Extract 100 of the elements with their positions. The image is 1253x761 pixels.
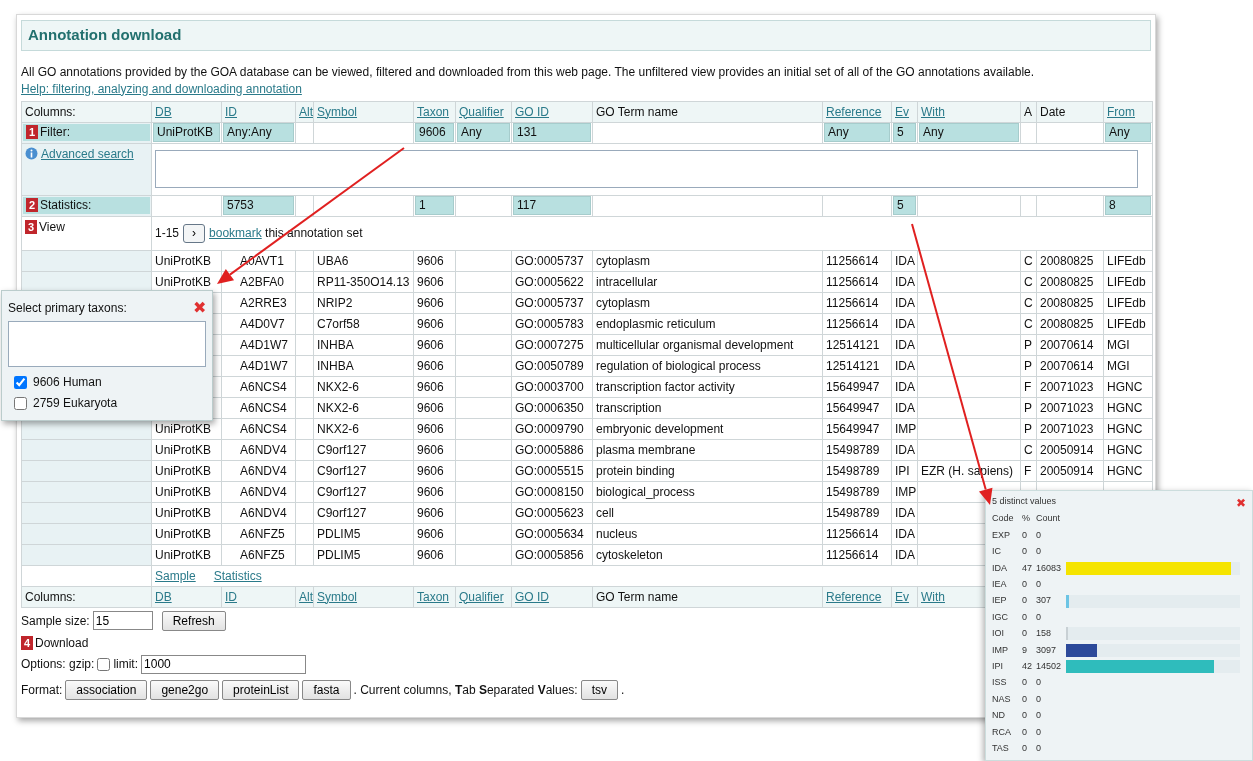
table-cell: 15498789 <box>826 442 880 457</box>
table-cell: 20080825 <box>1040 253 1094 268</box>
column-header-link[interactable]: With <box>921 104 945 119</box>
table-cell: UniProtKB <box>155 484 212 499</box>
table-cell: PDLIM5 <box>317 526 361 541</box>
table-cell: 9606 <box>417 379 444 394</box>
table-cell: 15649947 <box>826 421 880 436</box>
count-value: 14502 <box>1036 659 1063 673</box>
count-value: 0 <box>1036 676 1042 690</box>
table-cell: UniProtKB <box>155 442 212 457</box>
table-cell: C <box>1024 442 1033 457</box>
table-cell: 9606 <box>417 442 444 457</box>
refresh-button[interactable]: Refresh <box>161 610 226 631</box>
statistics-value[interactable]: 1 <box>415 196 454 215</box>
table-cell: 11256614 <box>826 526 879 541</box>
filter-value[interactable]: Any <box>1105 123 1151 142</box>
filter-value[interactable]: 9606 <box>415 123 454 142</box>
filter-value[interactable]: Any <box>457 123 510 142</box>
table-cell: A6NCS4 <box>240 400 287 415</box>
count-value: 158 <box>1036 627 1053 641</box>
table-cell: GO:0006350 <box>515 400 584 415</box>
table-cell: GO:0005737 <box>515 253 584 268</box>
filter-value[interactable]: 5 <box>893 123 916 142</box>
table-cell: 12514121 <box>826 358 880 373</box>
taxon-field[interactable] <box>8 321 206 367</box>
limit-field[interactable]: 1000 <box>141 654 307 674</box>
footer-link[interactable]: Sample <box>155 568 196 583</box>
column-header-link[interactable]: With <box>921 589 945 604</box>
evidence-code: IPI <box>992 659 1004 673</box>
table-cell: A6NFZ5 <box>240 526 285 541</box>
tsv-button[interactable]: tsv <box>580 679 619 700</box>
table-cell: 9606 <box>417 316 444 331</box>
format-button[interactable]: proteinList <box>222 679 300 700</box>
percent-value: 0 <box>1022 594 1028 608</box>
column-header-link[interactable]: DB <box>155 589 172 604</box>
format-button[interactable]: association <box>65 679 148 700</box>
table-cell: LIFEdb <box>1107 253 1146 268</box>
statistics-value[interactable]: 8 <box>1105 196 1151 215</box>
table-cell: GO:0005737 <box>515 295 584 310</box>
table-cell: IPI <box>895 463 910 478</box>
table-cell: 11256614 <box>826 547 879 562</box>
column-header: Date <box>1040 104 1066 119</box>
table-cell: 9606 <box>417 526 444 541</box>
table-cell: NKX2-6 <box>317 421 360 436</box>
filter-value[interactable]: Any <box>824 123 890 142</box>
sample-size-field[interactable]: 15 <box>92 611 153 630</box>
help-link[interactable]: Help: filtering, analyzing and downloading annotation <box>21 81 302 96</box>
table-cell: 11256614 <box>826 295 879 310</box>
statistics-value[interactable]: 5753 <box>223 196 294 215</box>
filter-value[interactable]: Any <box>919 123 1019 142</box>
format-button[interactable]: gene2go <box>150 679 220 700</box>
column-header-link[interactable]: DB <box>155 104 172 119</box>
popup-title: Select primary taxons: <box>8 300 127 317</box>
evidence-code: IGC <box>992 610 1009 624</box>
table-cell: 11256614 <box>826 274 879 289</box>
next-page-button[interactable]: › <box>183 223 206 243</box>
options-label: Options: gzip: <box>21 656 95 673</box>
taxon-checkbox[interactable] <box>14 396 27 410</box>
evidence-code: RCA <box>992 725 1012 739</box>
taxon-checkbox[interactable] <box>14 375 27 389</box>
count-value: 0 <box>1036 709 1042 723</box>
download-label: Download <box>35 634 89 652</box>
table-cell: 11256614 <box>826 253 879 268</box>
table-cell: P <box>1024 337 1032 352</box>
format-button[interactable]: fasta <box>302 679 351 700</box>
percent-value: 0 <box>1022 528 1028 542</box>
column-header-link[interactable]: ID <box>225 104 237 119</box>
table-cell: HGNC <box>1107 442 1143 457</box>
close-icon[interactable]: ✖ <box>193 300 206 316</box>
table-cell: P <box>1024 358 1032 373</box>
bookmark-link[interactable]: bookmark <box>209 225 262 240</box>
footer-link[interactable]: Statistics <box>213 568 262 583</box>
table-cell: 9606 <box>417 484 444 499</box>
close-icon[interactable]: ✖ <box>1236 495 1246 511</box>
table-cell: IDA <box>895 379 915 394</box>
statistics-value[interactable]: 117 <box>513 196 591 215</box>
table-cell: IDA <box>895 547 915 562</box>
filter-value[interactable]: Any:Any <box>223 123 294 142</box>
filter-value[interactable]: UniProtKB <box>153 123 220 142</box>
table-cell: intracellular <box>596 274 658 289</box>
advanced-search-field[interactable] <box>155 150 1138 188</box>
table-cell: GO:0005622 <box>515 274 584 289</box>
column-header: A <box>1024 104 1032 119</box>
table-cell: HGNC <box>1107 400 1143 415</box>
percent-value: 42 <box>1022 659 1033 673</box>
table-cell: nucleus <box>596 526 638 541</box>
step-number-badge: 1 <box>26 125 38 139</box>
table-cell: protein binding <box>596 463 675 478</box>
table-cell: GO:0005856 <box>515 547 584 562</box>
sample-size-label: Sample size: <box>21 612 90 630</box>
table-cell: 20080825 <box>1040 295 1094 310</box>
evidence-code: IC <box>992 545 1002 559</box>
percent-value: 0 <box>1022 610 1028 624</box>
table-cell: GO:0005515 <box>515 463 584 478</box>
percent-value: 0 <box>1022 545 1028 559</box>
filter-value[interactable]: 131 <box>513 123 591 142</box>
table-cell: UniProtKB <box>155 463 212 478</box>
statistics-value[interactable]: 5 <box>893 196 916 215</box>
column-header-link[interactable]: ID <box>225 589 237 604</box>
gzip-checkbox[interactable] <box>97 657 111 671</box>
